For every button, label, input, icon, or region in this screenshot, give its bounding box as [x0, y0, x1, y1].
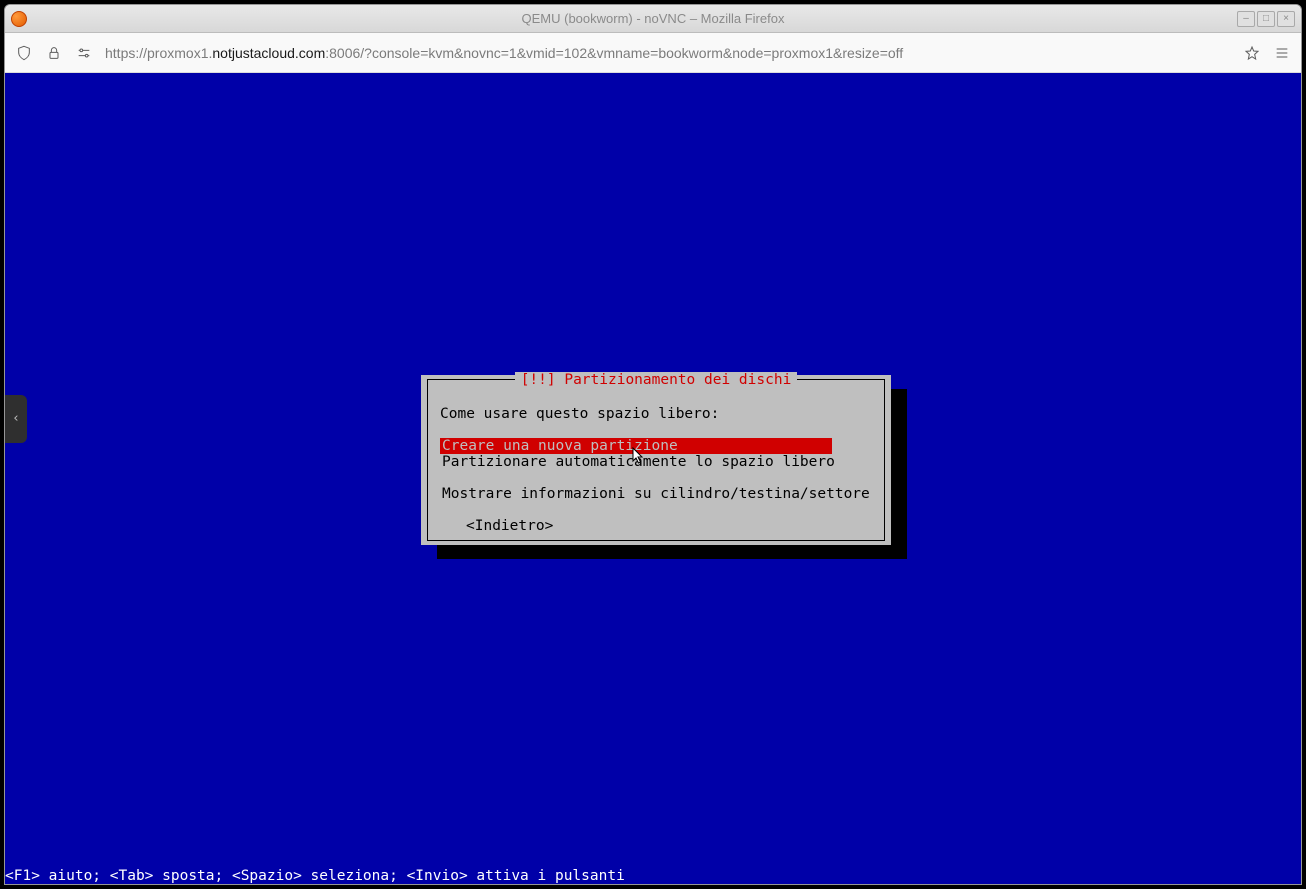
novnc-panel-handle[interactable]: ‹	[5, 395, 27, 443]
shield-icon[interactable]	[15, 44, 33, 62]
chevron-left-icon: ‹	[12, 411, 20, 427]
maximize-button[interactable]: □	[1257, 11, 1275, 27]
partition-dialog: [!!] Partizionamento dei dischi Come usa…	[421, 375, 891, 545]
dialog-title-wrap: [!!] Partizionamento dei dischi	[428, 372, 884, 388]
url-prefix: https://proxmox1.	[105, 45, 212, 61]
back-button[interactable]: <Indietro>	[440, 518, 872, 534]
firefox-icon	[11, 11, 27, 27]
lock-icon[interactable]	[45, 44, 63, 62]
hamburger-menu-icon[interactable]	[1273, 44, 1291, 62]
permissions-icon[interactable]	[75, 44, 93, 62]
option-create-new-partition[interactable]: Creare una nuova partizione	[440, 438, 832, 454]
window-title: QEMU (bookworm) - noVNC – Mozilla Firefo…	[5, 11, 1301, 26]
url-domain: notjustacloud.com	[212, 45, 325, 61]
titlebar[interactable]: QEMU (bookworm) - noVNC – Mozilla Firefo…	[5, 5, 1301, 33]
help-bar: <F1> aiuto; <Tab> sposta; <Spazio> selez…	[5, 868, 627, 884]
url-text[interactable]: https://proxmox1.notjustacloud.com:8006/…	[105, 45, 1231, 61]
dialog-body: Come usare questo spazio libero: Creare …	[440, 380, 872, 534]
dialog-title: [!!] Partizionamento dei dischi	[515, 372, 798, 388]
firefox-window: QEMU (bookworm) - noVNC – Mozilla Firefo…	[4, 4, 1302, 885]
window-controls: – □ ×	[1237, 11, 1295, 27]
bookmark-star-icon[interactable]	[1243, 44, 1261, 62]
option-show-chs-info[interactable]: Mostrare informazioni su cilindro/testin…	[440, 486, 872, 502]
dialog-frame: [!!] Partizionamento dei dischi Come usa…	[427, 379, 885, 541]
option-list: Creare una nuova partizione Partizionare…	[440, 438, 872, 502]
close-button[interactable]: ×	[1277, 11, 1295, 27]
dialog-prompt: Come usare questo spazio libero:	[440, 406, 872, 422]
url-suffix: :8006/?console=kvm&novnc=1&vmid=102&vmna…	[325, 45, 903, 61]
vnc-canvas[interactable]: ‹ [!!] Partizionamento dei dischi Come u…	[5, 73, 1301, 884]
minimize-button[interactable]: –	[1237, 11, 1255, 27]
address-bar: https://proxmox1.notjustacloud.com:8006/…	[5, 33, 1301, 73]
option-auto-partition[interactable]: Partizionare automaticamente lo spazio l…	[440, 454, 872, 470]
